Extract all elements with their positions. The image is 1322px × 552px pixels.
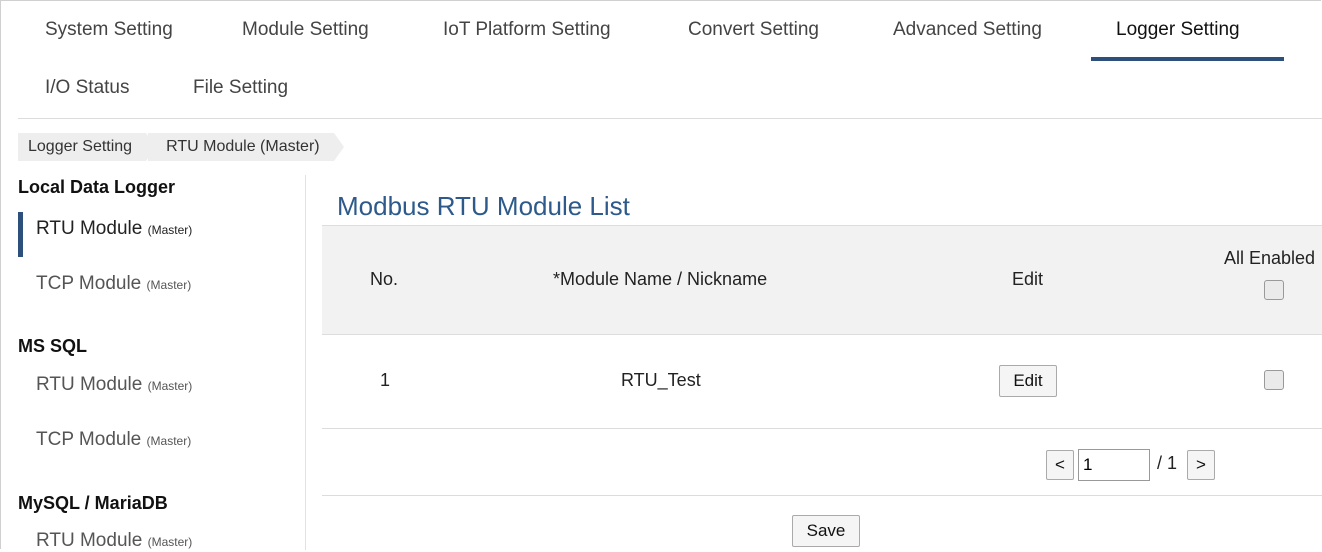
active-tab-indicator [1091, 57, 1284, 61]
tab-logger-setting[interactable]: Logger Setting [1116, 19, 1240, 41]
table-header [322, 225, 1322, 335]
sidebar-item-local-rtu-module[interactable]: RTU Module (Master) [36, 218, 192, 240]
sidebar-item-mssql-tcp-module[interactable]: TCP Module (Master) [36, 429, 191, 451]
row-no: 1 [380, 370, 391, 390]
row-module-name: RTU_Test [621, 370, 701, 390]
breadcrumb: Logger Setting RTU Module (Master) [18, 133, 344, 161]
sidebar-item-local-tcp-module[interactable]: TCP Module (Master) [36, 273, 191, 295]
sidebar-section-local-data-logger: Local Data Logger [18, 177, 176, 197]
sidebar-divider [305, 175, 306, 550]
row-divider [322, 495, 1322, 496]
column-header-edit: Edit [1012, 269, 1044, 289]
tab-io-status[interactable]: I/O Status [45, 77, 129, 99]
tab-advanced-setting[interactable]: Advanced Setting [893, 19, 1042, 41]
page-total: / 1 [1157, 453, 1178, 473]
breadcrumb-rtu-module[interactable]: RTU Module (Master) [148, 133, 344, 161]
sidebar-item-sub: (Master) [146, 434, 192, 448]
sidebar-item-label: TCP Module [36, 429, 142, 450]
sidebar-item-sub: (Master) [147, 223, 193, 237]
tab-file-setting[interactable]: File Setting [193, 77, 288, 99]
sidebar-item-label: RTU Module [36, 530, 143, 551]
save-button[interactable]: Save [792, 515, 860, 547]
column-header-all-enabled: All Enabled [1224, 248, 1316, 268]
breadcrumb-logger-setting[interactable]: Logger Setting [18, 133, 157, 161]
sidebar-section-ms-sql: MS SQL [18, 336, 88, 356]
sidebar-item-mysql-rtu-module[interactable]: RTU Module (Master) [36, 530, 192, 552]
row-divider [322, 428, 1322, 429]
tab-system-setting[interactable]: System Setting [45, 19, 173, 41]
sidebar-item-label: TCP Module [36, 273, 142, 294]
sidebar-item-sub: (Master) [147, 535, 193, 549]
next-page-button[interactable]: > [1187, 450, 1215, 480]
sidebar-item-mssql-rtu-module[interactable]: RTU Module (Master) [36, 374, 192, 396]
nav-divider [18, 118, 1322, 119]
sidebar-item-label: RTU Module [36, 374, 143, 395]
column-header-no: No. [370, 269, 399, 289]
sidebar-item-sub: (Master) [146, 278, 192, 292]
tab-convert-setting[interactable]: Convert Setting [688, 19, 819, 41]
prev-page-button[interactable]: < [1046, 450, 1074, 480]
all-enabled-checkbox[interactable] [1264, 280, 1284, 300]
tab-module-setting[interactable]: Module Setting [242, 19, 369, 41]
tab-iot-platform-setting[interactable]: IoT Platform Setting [443, 19, 611, 41]
sidebar-active-indicator [18, 212, 23, 257]
sidebar-item-label: RTU Module [36, 218, 143, 239]
row-edit-button[interactable]: Edit [999, 365, 1057, 397]
page-number-input[interactable] [1078, 449, 1150, 481]
sidebar-section-mysql-mariadb: MySQL / MariaDB [18, 493, 168, 513]
row-enabled-checkbox[interactable] [1264, 370, 1284, 390]
column-header-module-name: *Module Name / Nickname [553, 269, 768, 289]
sidebar-item-sub: (Master) [147, 379, 193, 393]
page-title: Modbus RTU Module List [337, 191, 630, 221]
